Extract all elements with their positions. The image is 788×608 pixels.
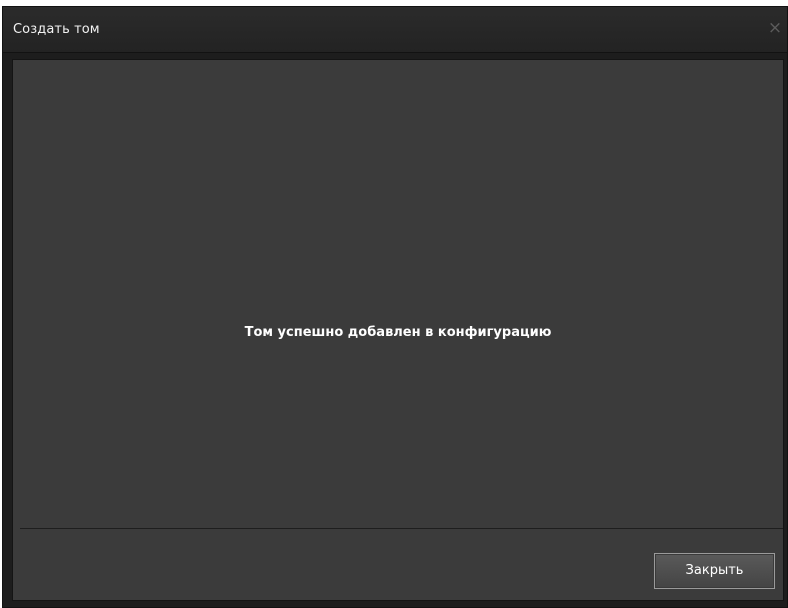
close-icon[interactable]: × xyxy=(767,19,783,37)
close-button[interactable]: Закрыть xyxy=(654,553,775,589)
create-volume-dialog: Создать том × Том успешно добавлен в кон… xyxy=(2,6,788,608)
dialog-title: Создать том xyxy=(13,22,100,37)
dialog-content: Том успешно добавлен в конфигурацию Закр… xyxy=(12,59,784,601)
footer-divider xyxy=(20,528,783,529)
dialog-titlebar: Создать том × xyxy=(3,7,787,53)
success-message: Том успешно добавлен в конфигурацию xyxy=(244,325,552,340)
